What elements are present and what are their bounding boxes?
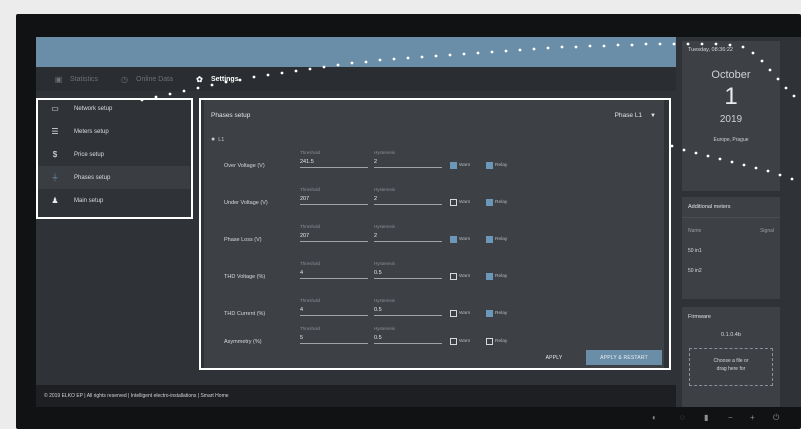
callout-dots xyxy=(140,42,796,181)
